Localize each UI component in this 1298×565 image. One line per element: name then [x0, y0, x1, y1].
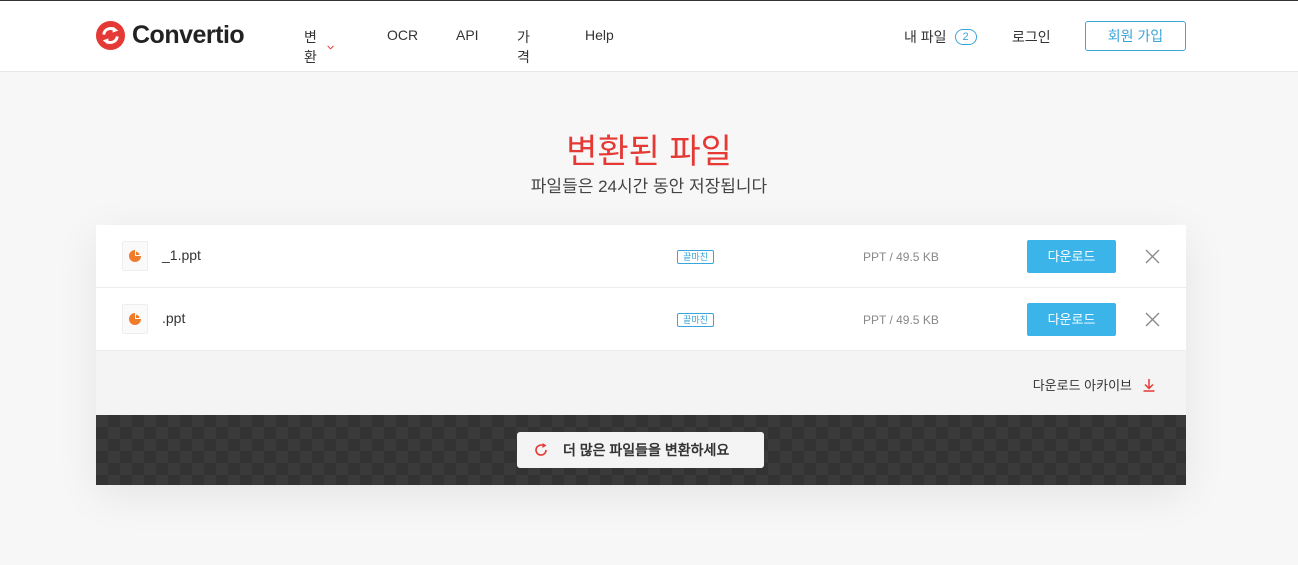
- my-files-link[interactable]: 내 파일 2: [904, 27, 977, 47]
- close-icon[interactable]: [1145, 312, 1160, 327]
- status-badge: 끝마친: [677, 313, 714, 327]
- chevron-down-icon: [327, 45, 334, 50]
- page-title: 변환된 파일: [566, 133, 732, 171]
- download-archive-label: 다운로드 아카이브: [1032, 378, 1132, 393]
- file-name: _1.ppt: [162, 247, 201, 263]
- file-row: _1.ppt 끝마친 PPT / 49.5 KB 다운로드: [96, 225, 1186, 288]
- file-row: .ppt 끝마친 PPT / 49.5 KB 다운로드: [96, 288, 1186, 351]
- download-button[interactable]: 다운로드: [1027, 303, 1116, 336]
- nav-help[interactable]: Help: [585, 27, 614, 43]
- archive-bar: 다운로드 아카이브: [96, 351, 1186, 415]
- converted-files-card: _1.ppt 끝마친 PPT / 49.5 KB 다운로드 .ppt 끝마친 P…: [96, 225, 1186, 485]
- logo[interactable]: Convertio: [95, 20, 245, 51]
- nav-pricing[interactable]: 가격: [517, 27, 530, 67]
- nav-api[interactable]: API: [456, 27, 479, 43]
- my-files-label: 내 파일: [904, 29, 947, 45]
- convert-more-button[interactable]: 더 많은 파일들을 변환하세요: [517, 432, 764, 468]
- site-header: Convertio 변환 OCR API 가격 Help 내 파일 2 로그인 …: [0, 1, 1298, 72]
- download-archive-link[interactable]: 다운로드 아카이브: [1033, 375, 1156, 394]
- nav-ocr[interactable]: OCR: [387, 27, 418, 43]
- nav-convert-label: 변환: [304, 29, 317, 65]
- download-button[interactable]: 다운로드: [1027, 240, 1116, 273]
- convertio-logo-icon: [95, 20, 126, 51]
- page-subtitle: 파일들은 24시간 동안 저장됩니다: [530, 177, 768, 196]
- refresh-icon: [535, 443, 547, 456]
- status-badge: 끝마친: [677, 250, 714, 264]
- login-link[interactable]: 로그인: [1012, 27, 1051, 47]
- logo-text: Convertio: [132, 21, 245, 49]
- my-files-count-badge: 2: [954, 29, 977, 45]
- pie-chart-file-icon: [122, 304, 148, 334]
- download-arrow-icon: [1143, 378, 1155, 392]
- file-size: PPT / 49.5 KB: [863, 250, 939, 264]
- close-icon[interactable]: [1145, 249, 1160, 264]
- file-name: .ppt: [162, 310, 186, 326]
- nav-convert[interactable]: 변환: [304, 27, 334, 67]
- convert-more-bar: 더 많은 파일들을 변환하세요: [96, 415, 1186, 485]
- signup-button[interactable]: 회원 가입: [1085, 21, 1186, 51]
- file-size: PPT / 49.5 KB: [863, 313, 939, 327]
- convert-more-label: 더 많은 파일들을 변환하세요: [563, 442, 730, 458]
- pie-chart-file-icon: [122, 241, 148, 271]
